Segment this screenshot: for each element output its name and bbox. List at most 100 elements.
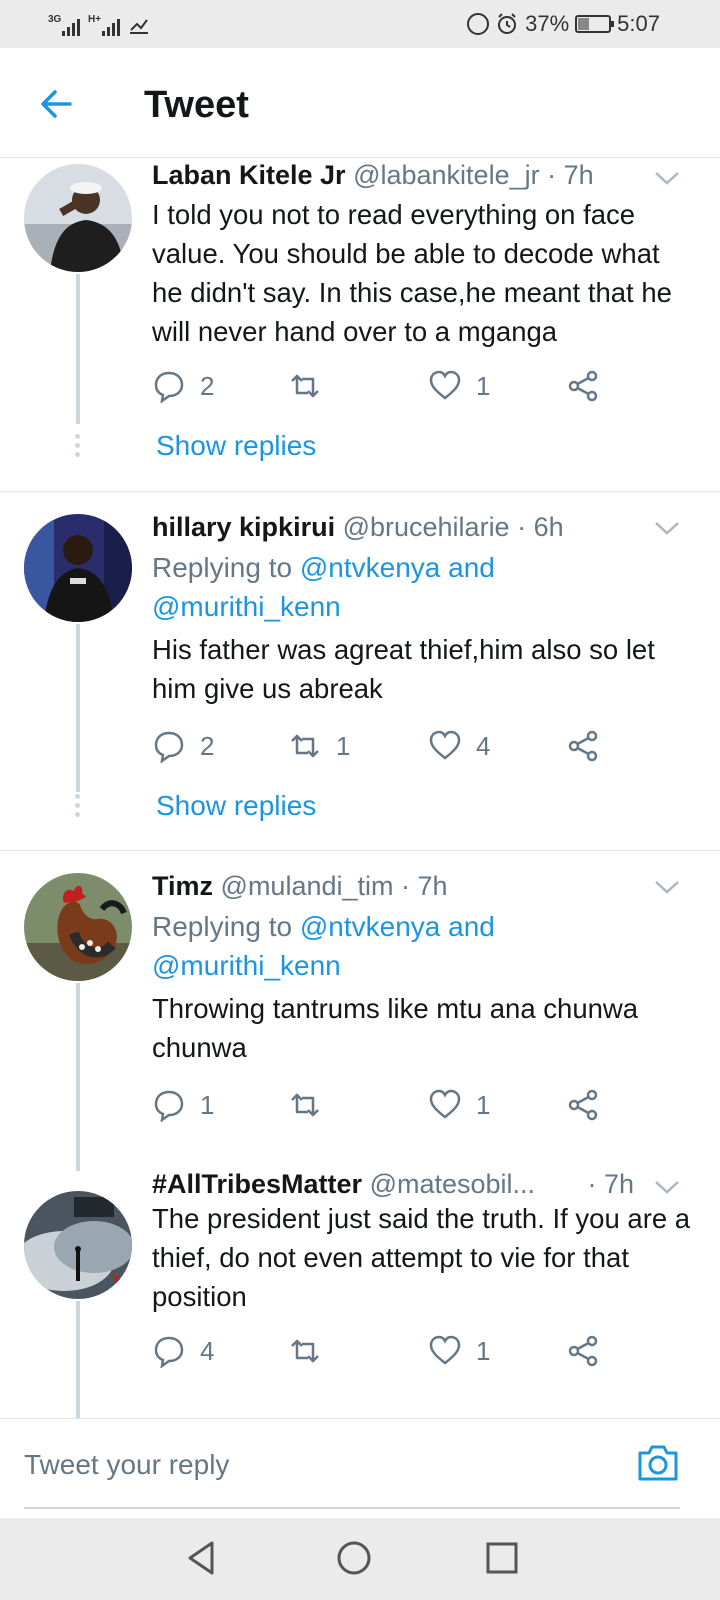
system-nav-bar bbox=[0, 1518, 720, 1600]
avatar[interactable] bbox=[24, 514, 132, 622]
tweet[interactable]: Laban Kitele Jr @labankitele_jr · 7h I t… bbox=[0, 158, 720, 491]
reply-count: 1 bbox=[200, 1089, 215, 1120]
like-button[interactable]: 4 bbox=[428, 726, 490, 766]
input-underline bbox=[24, 1507, 680, 1509]
heart-icon bbox=[429, 1089, 461, 1119]
like-button[interactable]: 1 bbox=[428, 1085, 490, 1125]
reply-count: 2 bbox=[200, 730, 215, 761]
heart-icon bbox=[429, 370, 461, 400]
like-button[interactable]: 1 bbox=[428, 366, 490, 406]
mention-link[interactable]: @murithi_kenn bbox=[152, 950, 341, 981]
like-count: 1 bbox=[476, 1089, 491, 1120]
like-count: 4 bbox=[476, 730, 491, 761]
retweet-button[interactable]: 1 bbox=[288, 726, 350, 766]
alarm-icon bbox=[498, 13, 517, 34]
nav-recents-button[interactable] bbox=[482, 1538, 522, 1578]
tweet-actions: 2 1 bbox=[152, 366, 622, 406]
chevron-down-icon[interactable] bbox=[654, 1179, 680, 1195]
tweet-time: · 6h bbox=[517, 512, 564, 542]
share-button[interactable] bbox=[566, 366, 600, 406]
nav-home-button[interactable] bbox=[334, 1538, 374, 1578]
retweet-icon bbox=[291, 374, 319, 398]
reply-count: 2 bbox=[200, 370, 215, 401]
retweet-button[interactable] bbox=[288, 366, 336, 406]
display-name[interactable]: Timz bbox=[152, 871, 213, 901]
thread-dots bbox=[75, 794, 81, 821]
tweet-text: His father was agreat thief,him also so … bbox=[152, 634, 655, 704]
avatar[interactable] bbox=[24, 164, 132, 272]
back-button[interactable] bbox=[36, 84, 76, 124]
share-icon bbox=[568, 370, 598, 402]
retweet-button[interactable] bbox=[288, 1331, 336, 1371]
replying-to: Replying to @ntvkenya and @murithi_kenn bbox=[152, 907, 495, 985]
thread-line bbox=[76, 624, 80, 792]
retweet-button[interactable] bbox=[288, 1085, 336, 1125]
chevron-down-icon[interactable] bbox=[654, 879, 680, 895]
heart-icon bbox=[429, 730, 461, 760]
tweet-text: The president just said the truth. If yo… bbox=[152, 1203, 691, 1312]
chevron-down-icon[interactable] bbox=[654, 170, 680, 186]
tweet-text: I told you not to read everything on fac… bbox=[152, 199, 672, 347]
tweet-time: · 7h bbox=[587, 1169, 634, 1199]
circle-home-icon bbox=[337, 1541, 371, 1575]
tweet-time: · 7h bbox=[401, 871, 448, 901]
tweet-header: #AllTribesMatter @matesobil... · 7h bbox=[152, 1169, 680, 1200]
display-name[interactable]: #AllTribesMatter bbox=[152, 1169, 362, 1199]
share-button[interactable] bbox=[566, 1085, 600, 1125]
battery-percent: 37% bbox=[525, 11, 570, 36]
user-handle[interactable]: @labankitele_jr bbox=[353, 160, 540, 190]
share-icon bbox=[568, 730, 598, 762]
reply-input[interactable]: Tweet your reply bbox=[24, 1449, 229, 1481]
tweet-actions: 4 1 bbox=[152, 1331, 622, 1371]
share-button[interactable] bbox=[566, 726, 600, 766]
triangle-back-icon bbox=[188, 1541, 214, 1575]
clock: 5:07 bbox=[617, 11, 660, 36]
page-title: Tweet bbox=[144, 84, 249, 126]
reply-button[interactable]: 2 bbox=[152, 366, 214, 406]
signal-icon: H+ bbox=[88, 14, 120, 36]
app-header: Tweet bbox=[0, 48, 720, 158]
tweet-time: · 7h bbox=[547, 160, 594, 190]
tweet[interactable]: hillary kipkirui @brucehilarie · 6h Repl… bbox=[0, 492, 720, 850]
nav-back-button[interactable] bbox=[182, 1538, 222, 1578]
reply-icon bbox=[154, 1336, 184, 1368]
user-handle[interactable]: @matesobil... bbox=[370, 1169, 535, 1199]
camera-button[interactable] bbox=[636, 1441, 680, 1485]
reply-icon bbox=[154, 371, 184, 403]
tweet[interactable]: Timz @mulandi_tim · 7h Replying to @ntvk… bbox=[0, 851, 720, 1171]
signal-icon: 3G bbox=[48, 14, 80, 36]
arrow-left-icon bbox=[41, 90, 72, 118]
mention-link[interactable]: @murithi_kenn bbox=[152, 591, 341, 622]
reply-button[interactable]: 4 bbox=[152, 1331, 214, 1371]
tweet-header: hillary kipkirui @brucehilarie · 6h bbox=[152, 512, 680, 543]
reply-icon bbox=[154, 1090, 184, 1122]
show-replies-link[interactable]: Show replies bbox=[156, 430, 316, 462]
display-name[interactable]: hillary kipkirui bbox=[152, 512, 335, 542]
thread-line bbox=[76, 274, 80, 424]
tweet[interactable]: #AllTribesMatter @matesobil... · 7h The … bbox=[0, 1169, 720, 1418]
mention-link[interactable]: @ntvkenya and bbox=[300, 911, 495, 942]
show-replies-link[interactable]: Show replies bbox=[156, 790, 316, 822]
mention-link[interactable]: @ntvkenya and bbox=[300, 552, 495, 583]
display-name[interactable]: Laban Kitele Jr bbox=[152, 160, 346, 190]
share-icon bbox=[568, 1335, 598, 1367]
square-recents-icon bbox=[486, 1542, 518, 1574]
camera-icon bbox=[638, 1445, 678, 1481]
status-right: 37% 5:07 bbox=[467, 10, 660, 38]
reply-button[interactable]: 1 bbox=[152, 1085, 214, 1125]
retweet-count: 1 bbox=[336, 730, 351, 761]
thread-dots bbox=[75, 434, 81, 461]
thread-line bbox=[76, 983, 80, 1171]
tweet-header: Timz @mulandi_tim · 7h bbox=[152, 871, 680, 902]
reply-count: 4 bbox=[200, 1335, 215, 1366]
avatar[interactable] bbox=[24, 1191, 132, 1299]
reply-button[interactable]: 2 bbox=[152, 726, 214, 766]
retweet-icon bbox=[291, 1339, 319, 1363]
user-handle[interactable]: @mulandi_tim bbox=[221, 871, 394, 901]
avatar[interactable] bbox=[24, 873, 132, 981]
replying-to: Replying to @ntvkenya and @murithi_kenn bbox=[152, 548, 495, 626]
like-button[interactable]: 1 bbox=[428, 1331, 490, 1371]
chevron-down-icon[interactable] bbox=[654, 520, 680, 536]
user-handle[interactable]: @brucehilarie bbox=[343, 512, 510, 542]
share-button[interactable] bbox=[566, 1331, 600, 1371]
